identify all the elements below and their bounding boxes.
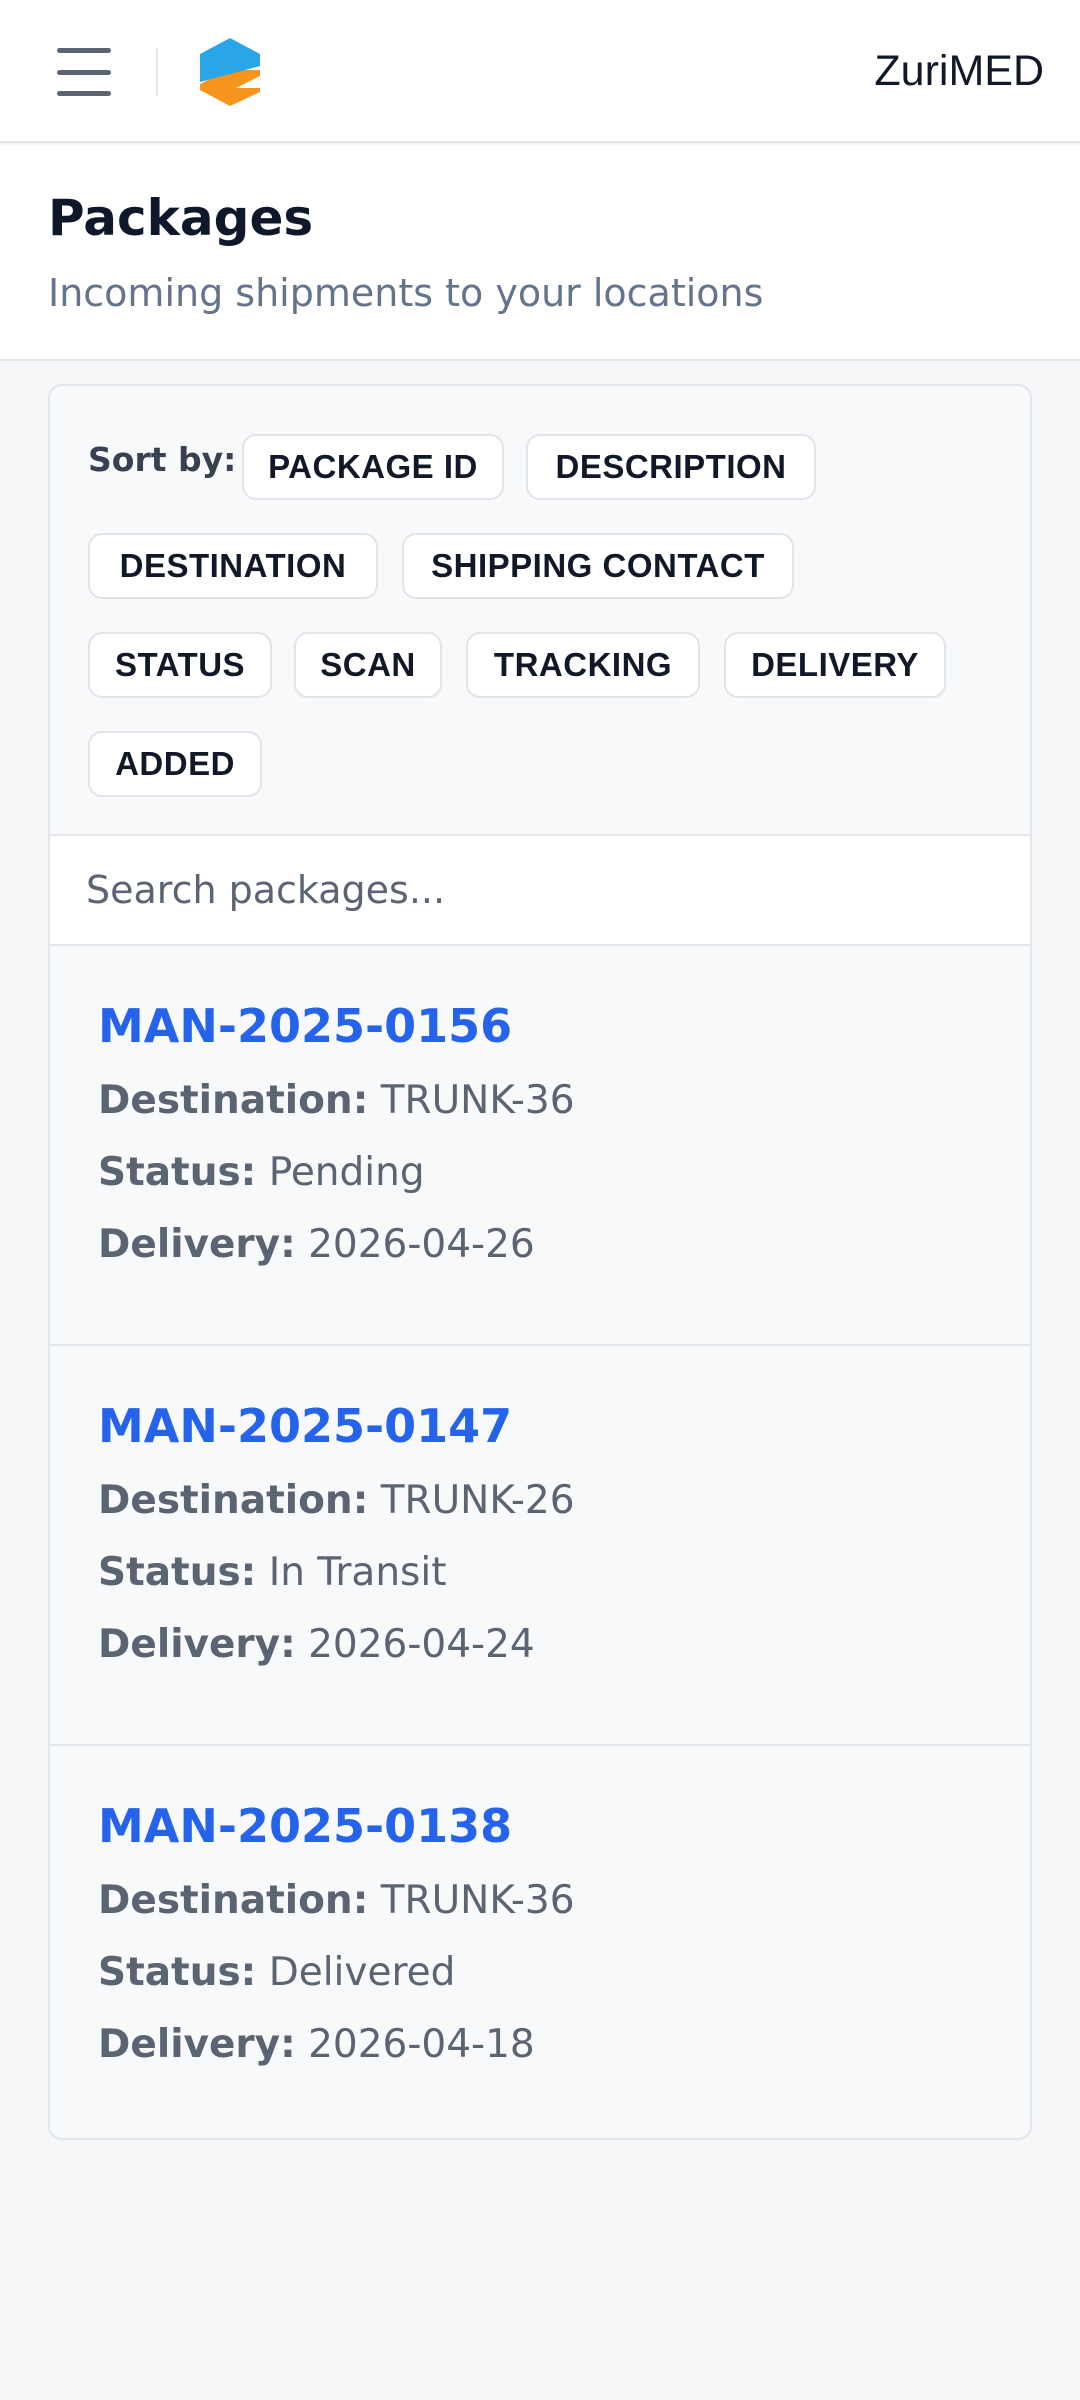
destination-value: TRUNK-36 — [380, 1878, 575, 1923]
delivery-value: 2026-04-26 — [308, 1222, 535, 1267]
delivery-value: 2026-04-18 — [308, 2022, 535, 2067]
package-card[interactable]: MAN-2025-0147 Destination: TRUNK-26 Stat… — [50, 1346, 1030, 1746]
package-status: Status: Delivered — [98, 1948, 455, 1998]
search-input[interactable] — [50, 836, 1030, 944]
delivery-value: 2026-04-24 — [308, 1622, 535, 1667]
destination-value: TRUNK-26 — [380, 1478, 575, 1523]
page-subtitle: Incoming shipments to your locations — [48, 271, 764, 315]
status-label: Status: — [98, 1950, 257, 1995]
sort-chip-shipping-contact[interactable]: SHIPPING CONTACT — [402, 533, 794, 599]
sort-chip-added[interactable]: ADDED — [88, 731, 262, 797]
hamburger-menu-icon — [57, 48, 111, 53]
packages-panel: Sort by: PACKAGE ID DESCRIPTION DESTINAT… — [48, 384, 1032, 2140]
header-divider — [156, 48, 158, 96]
package-card[interactable]: MAN-2025-0138 Destination: TRUNK-36 Stat… — [50, 1746, 1030, 2138]
package-status: Status: In Transit — [98, 1548, 447, 1598]
status-value: In Transit — [268, 1550, 447, 1595]
sort-chip-description[interactable]: DESCRIPTION — [526, 434, 816, 500]
package-card[interactable]: MAN-2025-0156 Destination: TRUNK-36 Stat… — [50, 946, 1030, 1346]
package-id-link[interactable]: MAN-2025-0156 — [98, 998, 512, 1054]
status-value: Pending — [268, 1150, 425, 1195]
hamburger-menu-icon-bar-3 — [57, 91, 111, 96]
sort-chip-tracking[interactable]: TRACKING — [466, 632, 700, 698]
sort-chip-package-id[interactable]: PACKAGE ID — [242, 434, 504, 500]
destination-label: Destination: — [98, 1478, 369, 1523]
sort-controls: Sort by: PACKAGE ID DESCRIPTION DESTINAT… — [50, 386, 1030, 834]
package-delivery: Delivery: 2026-04-18 — [98, 2020, 535, 2070]
zurimed-logo-icon[interactable] — [196, 36, 264, 108]
page-title: Packages — [48, 189, 314, 247]
package-destination: Destination: TRUNK-36 — [98, 1876, 575, 1926]
package-delivery: Delivery: 2026-04-26 — [98, 1220, 535, 1270]
destination-label: Destination: — [98, 1878, 369, 1923]
brand-name: ZuriMED — [874, 47, 1044, 95]
sort-chip-destination[interactable]: DESTINATION — [88, 533, 378, 599]
search-box — [50, 834, 1030, 946]
hamburger-menu-icon-bar-2 — [57, 69, 111, 75]
status-label: Status: — [98, 1550, 257, 1595]
package-delivery: Delivery: 2026-04-24 — [98, 1620, 535, 1670]
delivery-label: Delivery: — [98, 2022, 296, 2067]
status-label: Status: — [98, 1150, 257, 1195]
delivery-label: Delivery: — [98, 1622, 296, 1667]
delivery-label: Delivery: — [98, 1222, 296, 1267]
page-header: Packages Incoming shipments to your loca… — [0, 145, 1080, 361]
sort-chip-status[interactable]: STATUS — [88, 632, 272, 698]
sort-chip-scan[interactable]: SCAN — [294, 632, 442, 698]
top-bar: ZuriMED — [0, 0, 1080, 143]
package-destination: Destination: TRUNK-36 — [98, 1076, 575, 1126]
sort-label: Sort by: — [88, 440, 237, 479]
destination-value: TRUNK-36 — [380, 1078, 575, 1123]
package-id-link[interactable]: MAN-2025-0138 — [98, 1798, 512, 1854]
destination-label: Destination: — [98, 1078, 369, 1123]
menu-button[interactable] — [52, 44, 116, 100]
sort-chip-delivery[interactable]: DELIVERY — [724, 632, 946, 698]
package-destination: Destination: TRUNK-26 — [98, 1476, 575, 1526]
status-value: Delivered — [268, 1950, 456, 1995]
package-status: Status: Pending — [98, 1148, 425, 1198]
package-id-link[interactable]: MAN-2025-0147 — [98, 1398, 512, 1454]
